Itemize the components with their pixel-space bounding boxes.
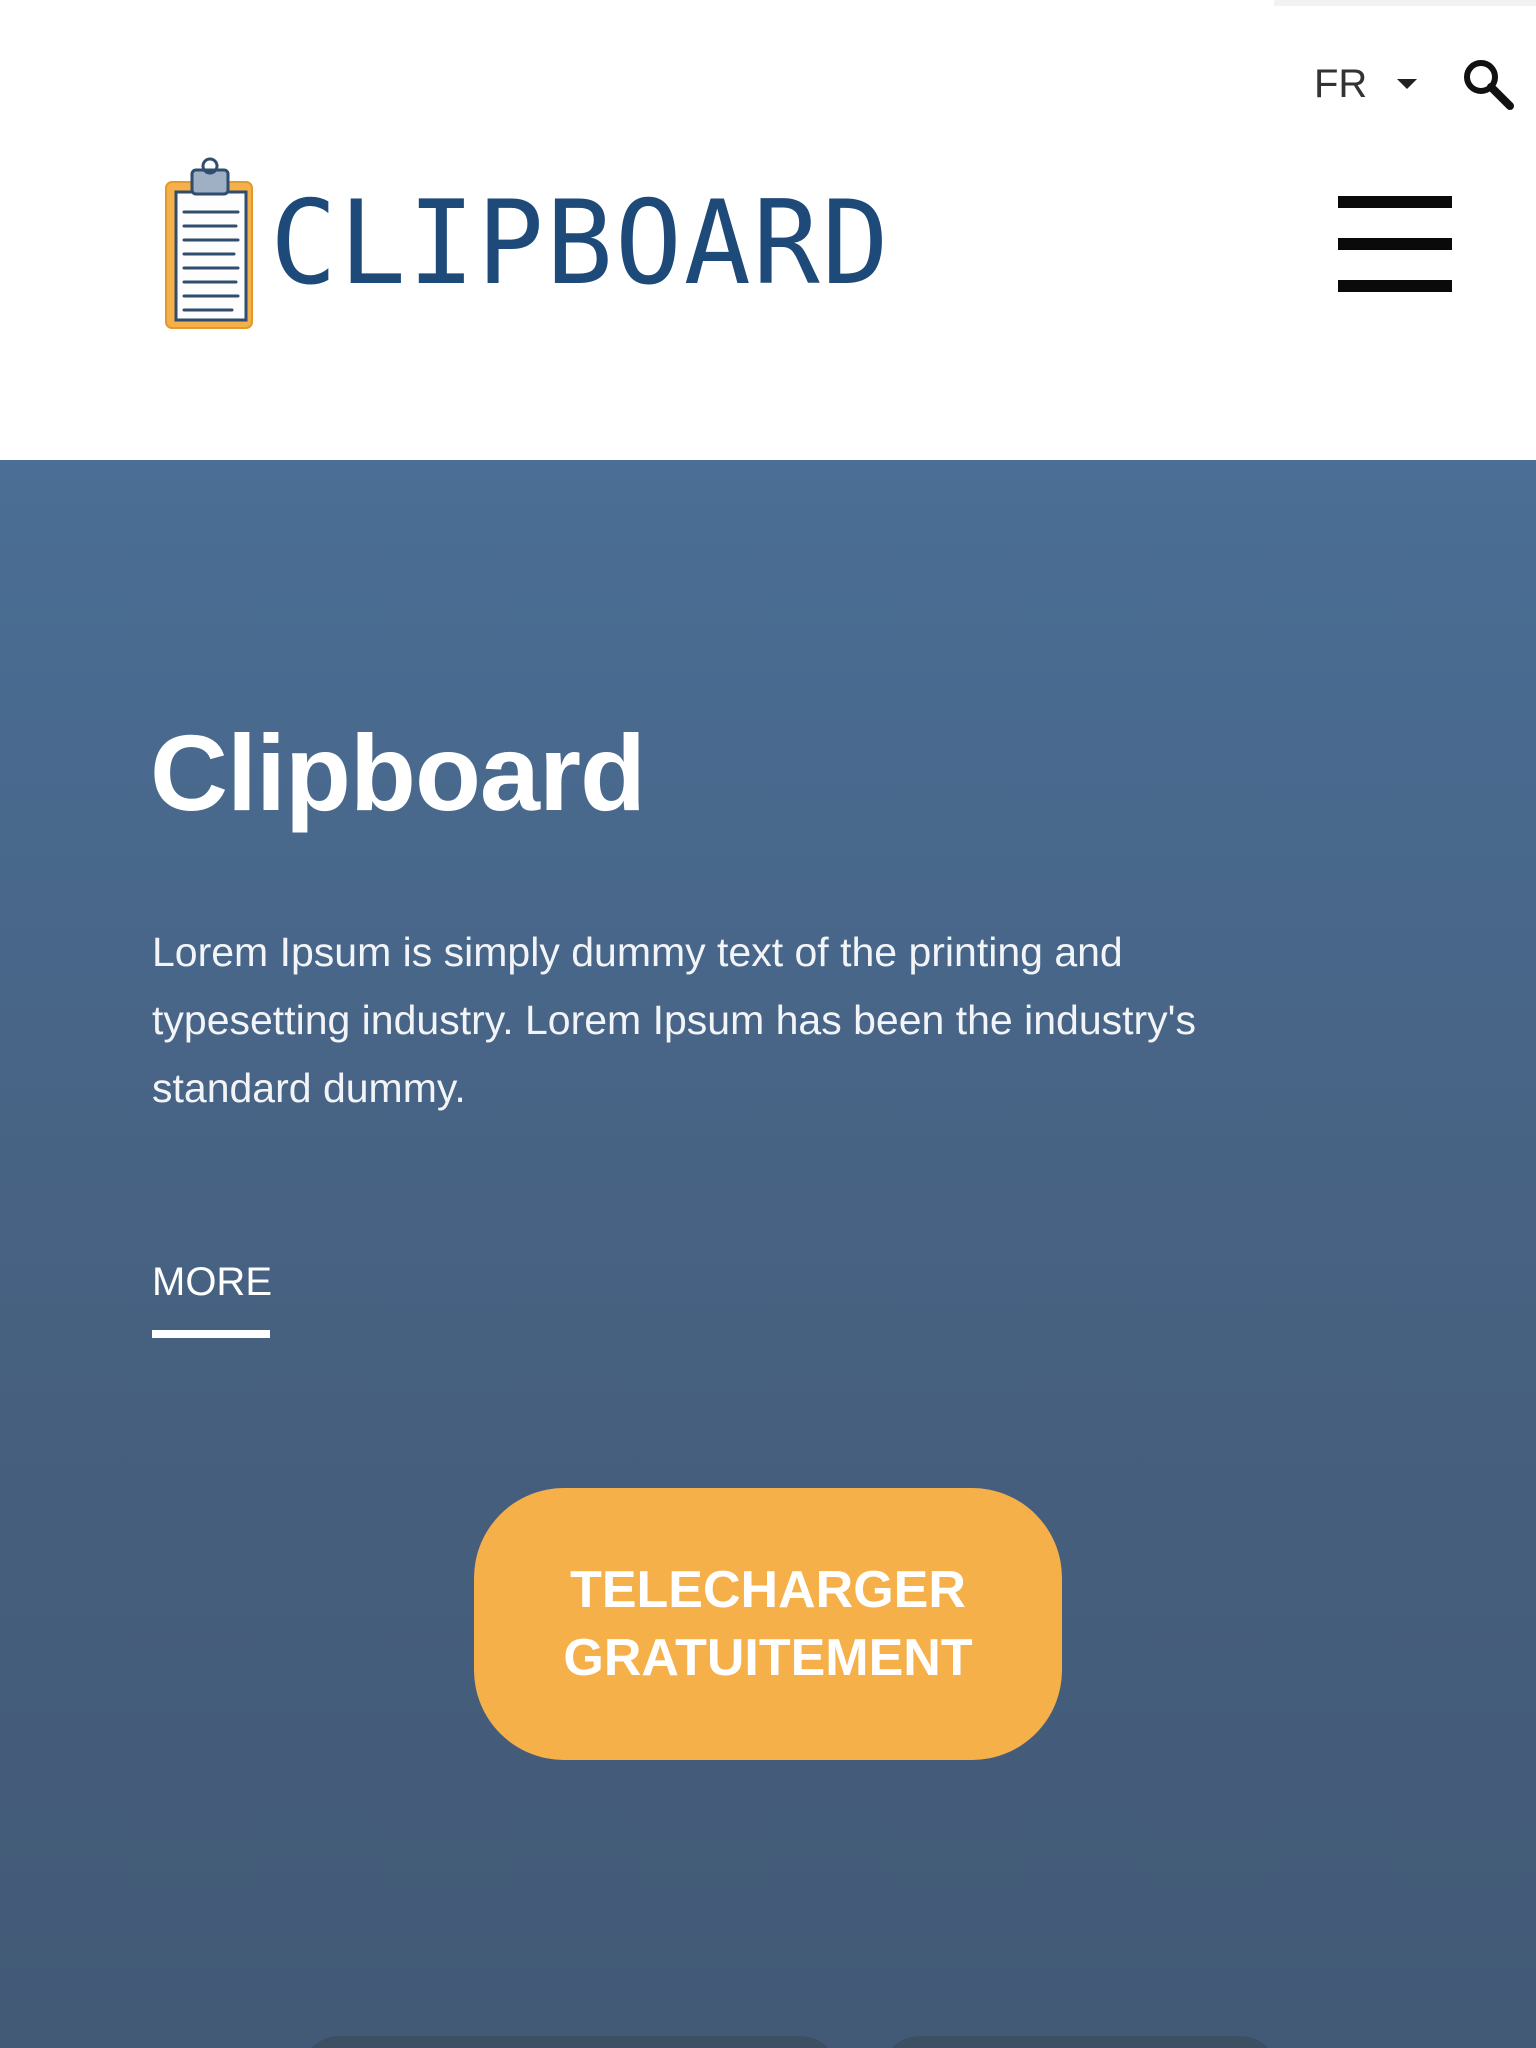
logo-text: CLIPBOARD [270,176,891,311]
menu-bar [1338,196,1452,208]
caret-down-icon [1397,79,1418,89]
search-button[interactable] [1460,56,1516,112]
page: FR CLIPBOARD Clipboard Lorem Ipsum is si… [0,0,1536,2048]
partial-content-shape [300,2036,840,2048]
language-label: FR [1314,61,1368,106]
hero-section: Clipboard Lorem Ipsum is simply dummy te… [0,460,1536,2048]
partial-content-shape [880,2036,1280,2048]
menu-button[interactable] [1338,192,1452,296]
top-strip [1274,0,1536,6]
download-button-label: TELECHARGER GRATUITEMENT [563,1561,973,1687]
language-selector[interactable]: FR [1314,58,1418,110]
site-header: FR CLIPBOARD [0,0,1536,460]
search-icon [1464,60,1514,110]
menu-bar [1338,280,1452,292]
more-link[interactable]: MORE [152,1260,272,1305]
logo[interactable]: CLIPBOARD [162,156,917,332]
menu-bar [1338,238,1452,250]
hero-title: Clipboard [150,712,646,833]
more-underline [152,1330,270,1338]
hero-description: Lorem Ipsum is simply dummy text of the … [152,929,1196,1111]
download-free-button[interactable]: TELECHARGER GRATUITEMENT [474,1488,1062,1760]
clipboard-icon [165,157,253,329]
